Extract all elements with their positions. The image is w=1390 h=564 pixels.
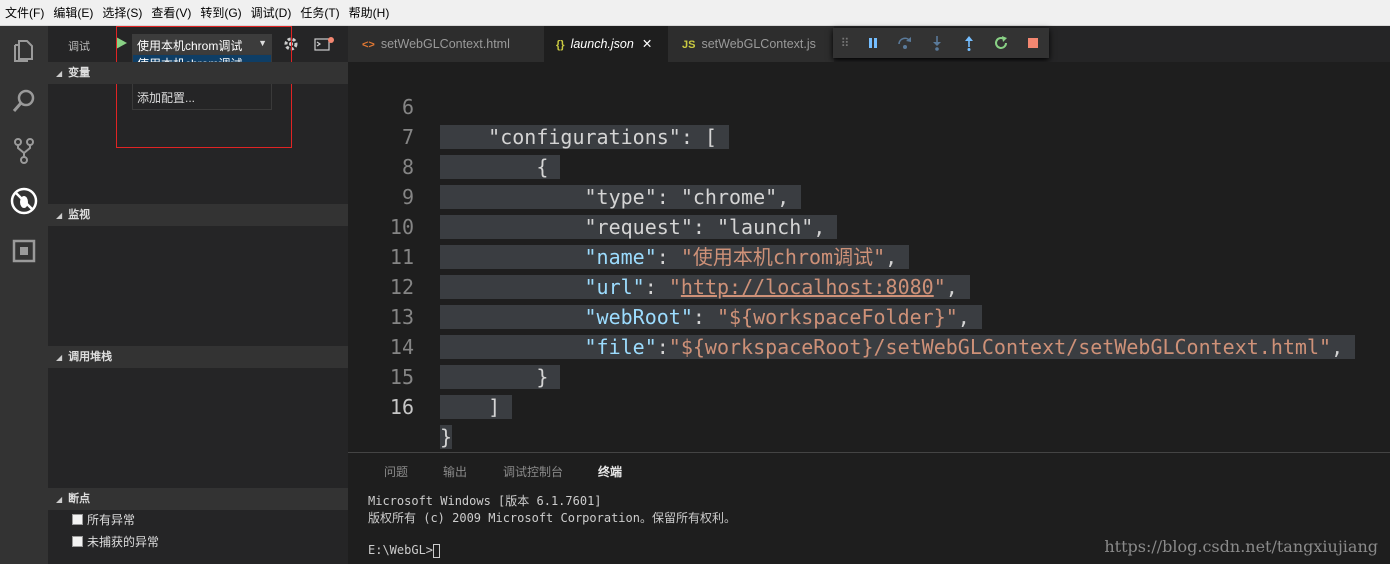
- watch-section-header[interactable]: ◢ 监视: [48, 204, 348, 226]
- debug-icon[interactable]: [10, 187, 38, 215]
- code-line: 16 }: [348, 362, 1390, 449]
- step-over-icon[interactable]: [889, 28, 921, 58]
- tab-js[interactable]: JS setWebGLContext.js: [668, 26, 834, 62]
- dropdown-option-add-config[interactable]: 添加配置...: [133, 89, 271, 107]
- watermark: https://blog.csdn.net/tangxiujiang: [1104, 537, 1378, 556]
- tab-label: setWebGLContext.js: [701, 37, 816, 51]
- gear-icon[interactable]: [282, 35, 300, 53]
- code-punc: }: [440, 425, 453, 449]
- step-out-icon[interactable]: [953, 28, 985, 58]
- checkbox[interactable]: [72, 514, 83, 525]
- menu-debug[interactable]: 调试(D): [248, 4, 298, 21]
- code-punc: ]: [488, 395, 501, 419]
- debug-title: 调试: [68, 41, 90, 53]
- launch-config-value: 使用本机chrom调试: [137, 39, 243, 53]
- code-line: 9 "request": "launch",: [348, 152, 1390, 239]
- start-debugging-button[interactable]: [114, 36, 128, 50]
- menu-help[interactable]: 帮助(H): [346, 4, 396, 21]
- menu-view[interactable]: 查看(V): [148, 4, 197, 21]
- debug-action-widget: ⠿: [833, 28, 1049, 58]
- code-line: 7 {: [348, 92, 1390, 179]
- terminal-cursor: [433, 543, 441, 558]
- code-line: 12 "webRoot": "${workspaceFolder}",: [348, 242, 1390, 329]
- callstack-section-header[interactable]: ◢ 调用堆栈: [48, 346, 348, 368]
- line-number: 16: [389, 395, 414, 419]
- search-icon[interactable]: [10, 87, 38, 115]
- close-icon[interactable]: ✕: [642, 37, 652, 51]
- pause-icon[interactable]: [857, 28, 889, 58]
- stop-icon[interactable]: [1017, 28, 1049, 58]
- chevron-down-icon: ▼: [258, 38, 267, 48]
- terminal-prompt[interactable]: E:\WebGL>: [368, 543, 441, 558]
- menu-edit[interactable]: 编辑(E): [50, 4, 99, 21]
- code-line: 6 "configurations": [: [348, 62, 1390, 149]
- menu-selection[interactable]: 选择(S): [99, 4, 148, 21]
- restart-icon[interactable]: [985, 28, 1017, 58]
- tab-label: setWebGLContext.html: [380, 37, 510, 51]
- terminal-line: Microsoft Windows [版本 6.1.7601]: [368, 494, 602, 508]
- code-line: 15 ]: [348, 332, 1390, 419]
- terminal-prompt-text: E:\WebGL>: [368, 543, 434, 557]
- code-line: 13 "file":"${workspaceRoot}/setWebGLCont…: [348, 272, 1390, 359]
- source-control-icon[interactable]: [10, 137, 38, 165]
- debug-sidebar: 调试 使用本机chrom调试 ▼ 使用本机chrom调试 添加配置... ◢变量…: [48, 26, 348, 564]
- tab-launch-json[interactable]: {} launch.json ✕: [544, 26, 668, 62]
- menu-file[interactable]: 文件(F): [2, 4, 50, 21]
- terminal-line: 版权所有 (c) 2009 Microsoft Corporation。保留所有…: [368, 511, 736, 525]
- debug-console-icon[interactable]: [314, 37, 334, 51]
- code-line: 11 "url": "http://localhost:8080",: [348, 212, 1390, 299]
- bottom-panel: 问题 输出 调试控制台 终端 Microsoft Windows [版本 6.1…: [348, 452, 1390, 564]
- variables-label: 变量: [68, 67, 91, 79]
- menu-tasks[interactable]: 任务(T): [297, 4, 345, 21]
- menu-bar: 文件(F) 编辑(E) 选择(S) 查看(V) 转到(G) 调试(D) 任务(T…: [0, 0, 1390, 26]
- tab-html[interactable]: <> setWebGLContext.html: [348, 26, 544, 62]
- drag-handle-icon[interactable]: ⠿: [833, 28, 857, 58]
- code-line: 14 }: [348, 302, 1390, 389]
- step-into-icon[interactable]: [921, 28, 953, 58]
- breakpoint-all-exceptions[interactable]: 所有异常: [72, 511, 135, 528]
- tab-terminal[interactable]: 终端: [598, 463, 622, 480]
- tab-label: launch.json: [570, 37, 634, 51]
- html-file-icon: <>: [362, 39, 375, 51]
- js-file-icon: JS: [682, 39, 696, 51]
- checkbox[interactable]: [72, 536, 83, 547]
- breakpoints-label: 断点: [68, 493, 91, 505]
- breakpoints-section-header[interactable]: ◢ 断点: [48, 488, 348, 510]
- menu-goto[interactable]: 转到(G): [197, 4, 247, 21]
- code-editor[interactable]: 6 "configurations": [ 7 { 8 "type": "chr…: [348, 62, 1390, 452]
- launch-config-select[interactable]: 使用本机chrom调试 ▼: [132, 34, 272, 54]
- extensions-icon[interactable]: [10, 237, 38, 265]
- tab-output[interactable]: 输出: [443, 463, 467, 480]
- breakpoint-label: 未捕获的异常: [87, 535, 160, 549]
- explorer-icon[interactable]: [10, 37, 38, 65]
- callstack-label: 调用堆栈: [68, 351, 113, 363]
- tab-problems[interactable]: 问题: [384, 463, 408, 480]
- json-file-icon: {}: [556, 39, 565, 51]
- code-line: 10 "name": "使用本机chrom调试",: [348, 182, 1390, 269]
- breakpoint-uncaught-exceptions[interactable]: 未捕获的异常: [72, 533, 159, 550]
- code-line: 8 "type": "chrome",: [348, 122, 1390, 209]
- activity-bar: [0, 26, 48, 564]
- tab-debug-console[interactable]: 调试控制台: [503, 463, 563, 480]
- variables-section-header[interactable]: ◢ 变量: [48, 62, 348, 84]
- watch-label: 监视: [68, 209, 91, 221]
- breakpoint-label: 所有异常: [87, 513, 136, 527]
